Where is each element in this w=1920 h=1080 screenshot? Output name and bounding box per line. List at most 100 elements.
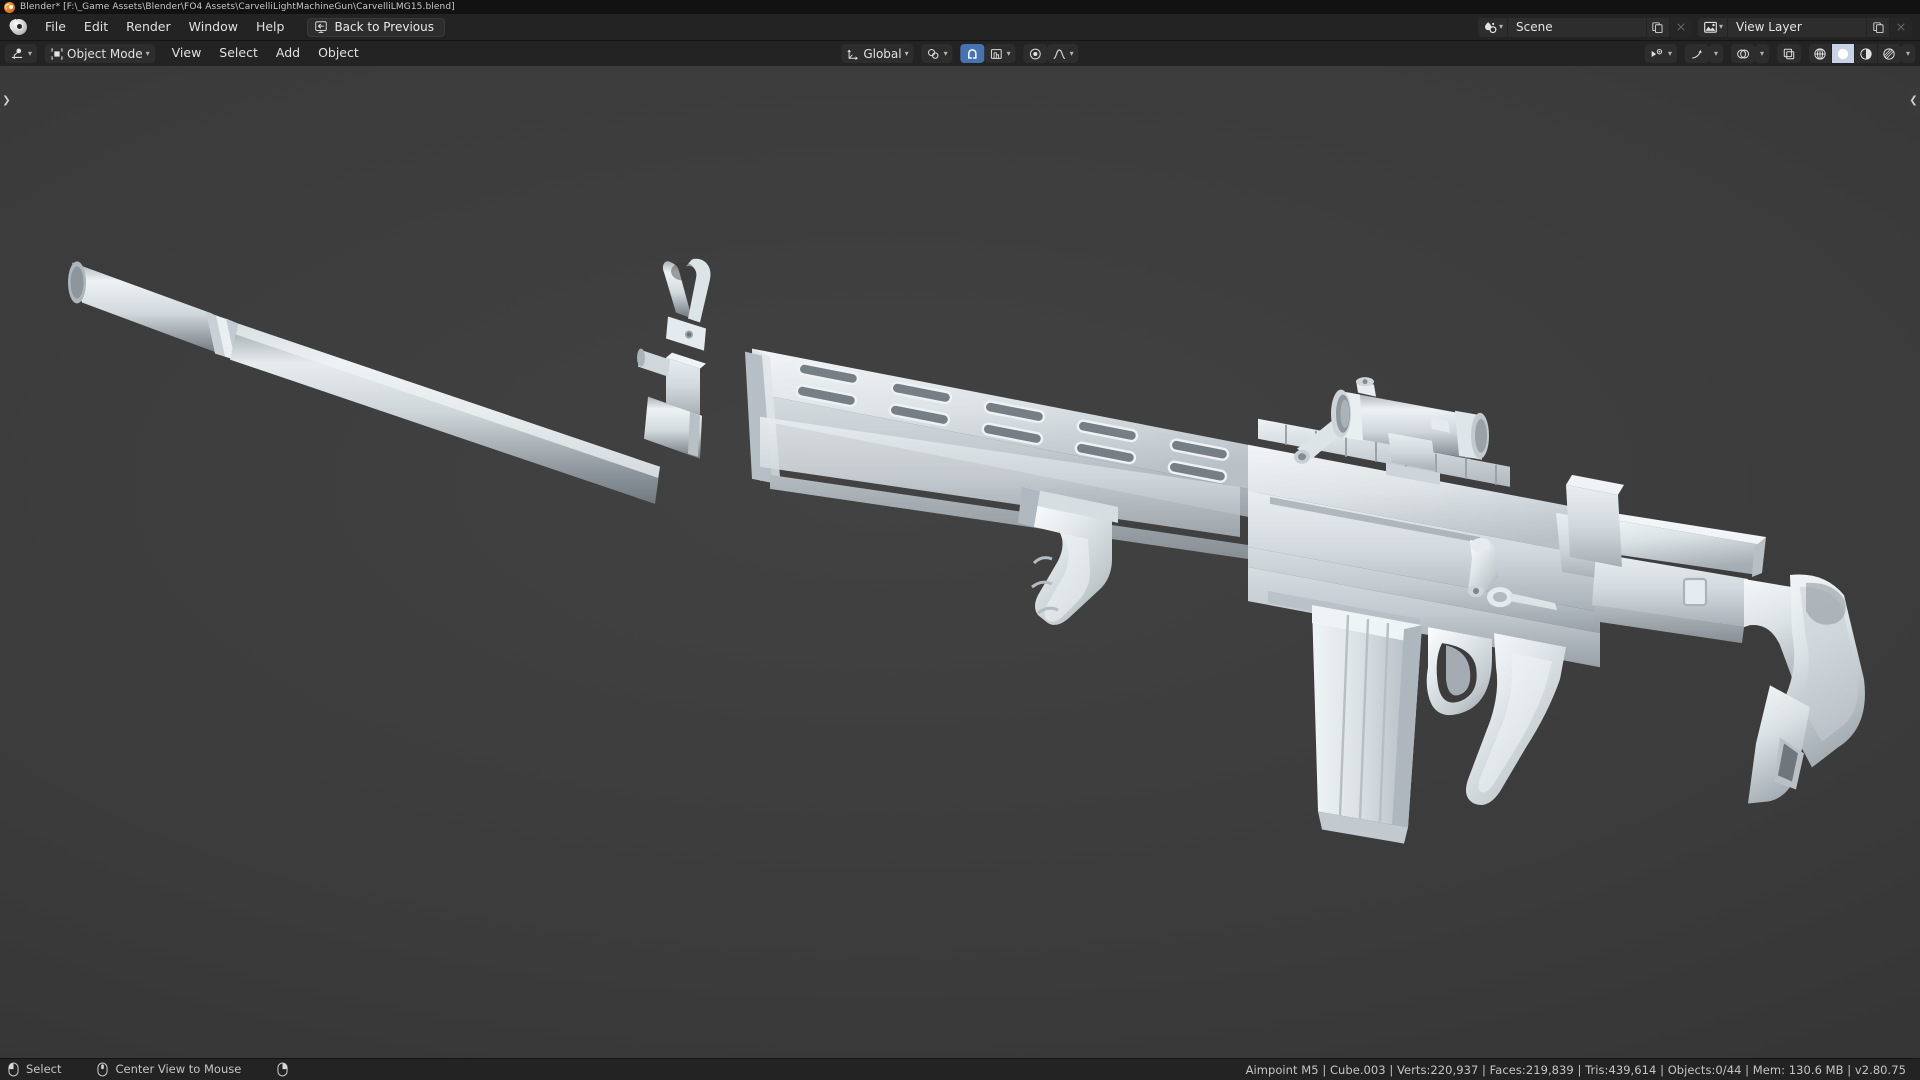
mouse-middle-button-icon: [97, 1062, 109, 1077]
top-bar: File Edit Render Window Help Back to Pre…: [0, 14, 1920, 40]
keymap-select-label: Select: [26, 1061, 62, 1076]
back-to-previous-label: Back to Previous: [334, 20, 434, 34]
overlays-toggle-button[interactable]: [1730, 44, 1755, 63]
magazine: [1312, 605, 1422, 844]
pivot-point-dropdown[interactable]: ▾: [921, 44, 953, 63]
proportional-editing-toggle[interactable]: [1023, 44, 1048, 63]
mouse-right-button-icon: [277, 1062, 288, 1077]
scene-new-button[interactable]: [1646, 17, 1669, 37]
interaction-mode-label: Object Mode: [67, 46, 143, 61]
window-title-text: Blender* [F:\_Game Assets\Blender\FO4 As…: [20, 2, 455, 12]
view-layer-delete-button[interactable]: [1890, 17, 1912, 37]
transform-orientation-label: Global: [863, 46, 902, 61]
status-bar: Select Center View to Mouse Aimpoint M5 …: [0, 1058, 1920, 1080]
gizmo-toggle-button[interactable]: [1684, 44, 1709, 63]
scene-browse-button[interactable]: ▾: [1477, 17, 1507, 37]
chevron-down-icon: ▾: [1667, 48, 1672, 58]
scene-statistics: Aimpoint M5 | Cube.003 | Verts:220,937 |…: [1245, 1062, 1906, 1077]
close-x-icon: [1897, 23, 1905, 31]
blender-logo-icon: [3, 1, 15, 13]
pivot-point-icon: [928, 48, 939, 59]
proportional-editing-icon: [1030, 48, 1042, 59]
scene-data-icon: [1484, 21, 1497, 33]
viewport-menu-select[interactable]: Select: [210, 43, 267, 64]
mouse-left-button-icon: [8, 1062, 19, 1077]
gizmo-settings-dropdown[interactable]: ▾: [1708, 44, 1723, 63]
blender-menu-icon[interactable]: [7, 16, 30, 38]
xray-toggle-button[interactable]: [1776, 44, 1801, 63]
blender-window: Blender* [F:\_Game Assets\Blender\FO4 As…: [0, 0, 1920, 1080]
shading-settings-dropdown[interactable]: ▾: [1900, 44, 1915, 63]
object-mode-icon: [51, 48, 63, 59]
chevron-down-icon: ▾: [28, 48, 33, 58]
viewport-header-right-tools: ▾ ▾ ▾ ▾: [1644, 44, 1915, 63]
sidebar-expand-right-icon: ❯: [2, 95, 11, 106]
duplicate-icon: [1652, 21, 1664, 33]
wireframe-shading-icon: [1814, 47, 1826, 60]
keymap-select: Select: [8, 1062, 61, 1077]
snap-toggle-button[interactable]: [960, 44, 985, 63]
gizmo-icon: [1692, 49, 1702, 59]
back-to-previous-button[interactable]: Back to Previous: [307, 17, 445, 37]
back-arrow-icon: [315, 21, 328, 33]
close-x-icon: [1677, 23, 1685, 31]
chevron-down-icon: ▾: [1498, 22, 1503, 31]
receiver-rear-plate: [1566, 474, 1624, 568]
buttstock: [1592, 510, 1865, 804]
object-visibility-dropdown[interactable]: ▾: [1644, 44, 1677, 63]
sidebar-expand-left-icon: ❮: [1909, 95, 1918, 106]
object-visibility-icon: [1651, 48, 1663, 57]
keymap-context-menu: [277, 1062, 295, 1077]
view-layer-field-group: ▾ View Layer: [1697, 17, 1912, 37]
menu-edit[interactable]: Edit: [75, 17, 117, 38]
rendered-shading-icon: [1883, 47, 1896, 60]
scene-delete-button[interactable]: [1669, 17, 1692, 37]
scene-field-group: ▾ Scene: [1477, 17, 1692, 37]
overlays-settings-dropdown[interactable]: ▾: [1754, 44, 1769, 63]
viewport-menu-view[interactable]: View: [163, 43, 211, 64]
view-layer-name-field[interactable]: View Layer: [1728, 17, 1866, 37]
material-preview-shading-button[interactable]: [1855, 44, 1878, 63]
scene-name-field[interactable]: Scene: [1507, 17, 1646, 37]
interaction-mode-dropdown[interactable]: Object Mode ▾: [45, 44, 155, 63]
rendered-shading-button[interactable]: [1878, 44, 1901, 63]
solid-shading-icon: [1837, 48, 1849, 59]
snap-target-dropdown[interactable]: ▾: [984, 44, 1016, 63]
chevron-down-icon: ▾: [1759, 48, 1764, 58]
menu-file[interactable]: File: [36, 17, 75, 38]
view-layer-browse-button[interactable]: ▾: [1697, 17, 1727, 37]
keymap-center-view: Center View to Mouse: [97, 1062, 241, 1077]
viewport-menu-add[interactable]: Add: [267, 43, 309, 64]
wireframe-shading-button[interactable]: [1809, 44, 1832, 63]
menu-window[interactable]: Window: [180, 17, 247, 38]
view-layer-new-button[interactable]: [1867, 17, 1889, 37]
chevron-down-icon: ▾: [943, 48, 948, 58]
transform-orientation-dropdown[interactable]: Global ▾: [841, 44, 914, 63]
menu-help[interactable]: Help: [247, 17, 294, 38]
keymap-center-view-label: Center View to Mouse: [115, 1061, 242, 1076]
chevron-down-icon: ▾: [1905, 48, 1910, 58]
menu-render[interactable]: Render: [117, 17, 180, 38]
gun-model-render: [68, 258, 1865, 844]
chevron-down-icon: ▾: [1718, 22, 1723, 31]
barrel: [230, 323, 660, 504]
chevron-down-icon: ▾: [904, 48, 909, 58]
orientation-axes-icon: [847, 49, 858, 60]
solid-shading-button[interactable]: [1831, 44, 1855, 63]
xray-toggle-icon: [1783, 48, 1795, 59]
chevron-down-icon: ▾: [1713, 48, 1718, 58]
chevron-down-icon: ▾: [1006, 48, 1011, 58]
viewport-menu-object[interactable]: Object: [309, 43, 368, 64]
viewport-sidebar-toggle[interactable]: ❮: [1907, 88, 1920, 114]
proportional-falloff-dropdown[interactable]: ▾: [1047, 44, 1079, 63]
material-preview-shading-icon: [1860, 47, 1872, 60]
viewport-header: ▾ Object Mode ▾ View Select Add Object G…: [0, 40, 1920, 66]
chevron-down-icon: ▾: [145, 48, 150, 58]
snap-increment-icon: [991, 48, 1003, 59]
editor-type-button[interactable]: ▾: [5, 44, 38, 63]
front-sight-assembly: [637, 258, 711, 415]
3d-viewport[interactable]: ❯ ❮: [0, 66, 1920, 1058]
trigger-group: [1426, 627, 1492, 716]
viewport-toolbar-toggle[interactable]: ❯: [0, 88, 13, 114]
editor-type-3dview-icon: [11, 48, 23, 60]
